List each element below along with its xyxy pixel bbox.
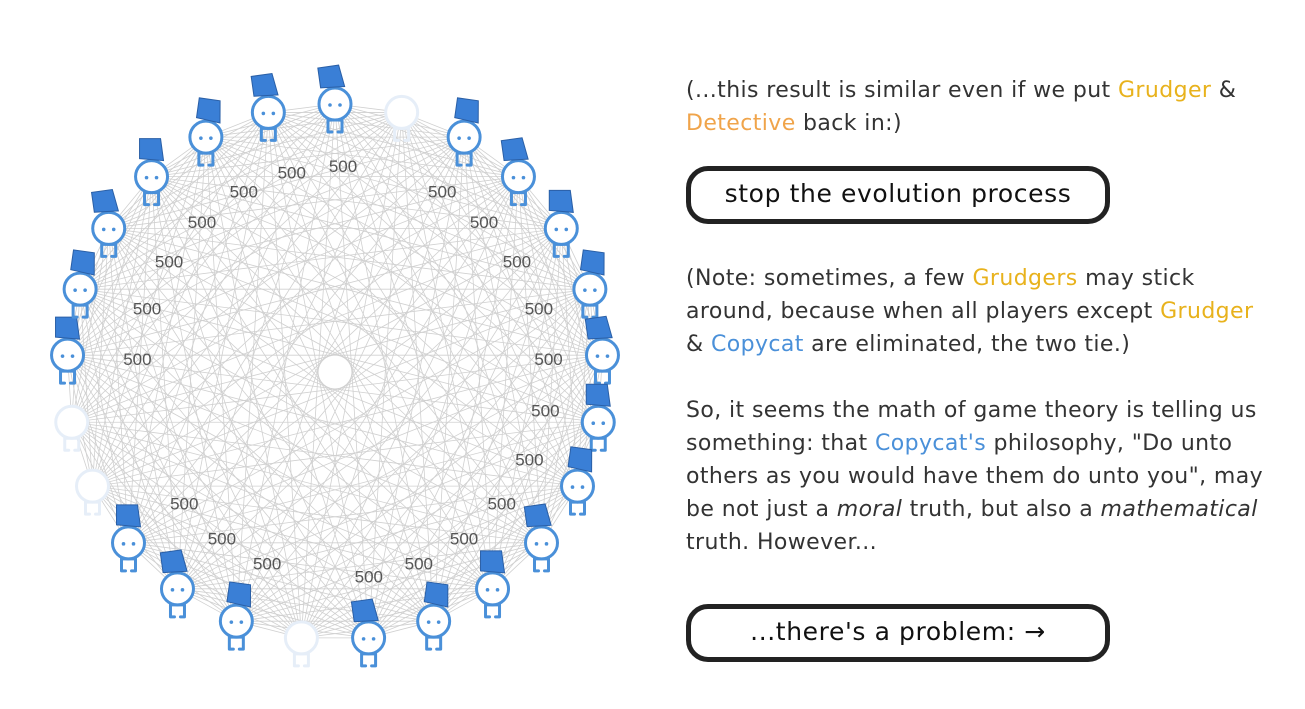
note-text: (Note: sometimes, a few Grudgers may sti… [686,262,1276,361]
player-score: 500 [534,350,562,369]
copycat-hat-icon [90,188,120,213]
copycat-hat-icon [139,138,165,162]
copycats-label: Copycat's [874,431,987,456]
match-line [71,136,465,423]
player-score: 500 [208,530,236,549]
match-line [301,354,603,639]
copycat-player-icon [159,549,195,619]
grudgers-label: Grudgers [972,266,1078,291]
player-score: 500 [155,253,183,272]
grudger-label: Grudger [1117,78,1212,103]
player-score: 500 [515,451,543,470]
eliminated-player-icon [75,468,111,516]
copycat-hat-icon [116,504,142,528]
copycat-player-icon [62,249,98,319]
copycat-hat-icon [159,549,188,574]
player-score: 500 [253,555,281,574]
copycat-hat-icon [454,97,479,124]
player-score: 500 [170,494,198,513]
copycat-hat-icon [523,503,552,528]
player-score: 500 [329,157,357,176]
copycat-hat-icon [579,249,605,276]
match-line [67,354,578,487]
intro-text: (...this result is similar even if we pu… [686,74,1286,140]
player-score: 500 [428,182,456,201]
match-line [368,421,599,639]
match-line [71,421,302,639]
player-score: 500 [450,530,478,549]
copycat-player-icon [218,581,254,651]
copycat-player-icon [584,315,620,385]
player-score: 500 [405,555,433,574]
next-problem-button[interactable]: ...there's a problem: → [686,604,1110,662]
eliminated-player-icon [384,94,420,142]
grudger-label-2: Grudger [1160,299,1254,324]
moral-word: moral [836,497,903,522]
player-score: 500 [133,299,161,318]
copycat-hat-icon [70,249,95,276]
stop-evolution-button[interactable]: stop the evolution process [686,166,1110,224]
eliminated-player-icon [283,620,319,668]
copycat-hat-icon [585,383,611,407]
conclusion-part4: truth. However... [686,530,878,555]
copycat-label: Copycat [710,332,804,357]
copycat-hat-icon [548,189,574,213]
copycat-player-icon [416,581,452,651]
note-part1: (Note: sometimes, a few [686,266,973,291]
copycat-hat-icon [584,315,613,340]
tournament-stage: 500 500 500 500 500 500 500 500 500 500 500 500 500 5… [0,0,660,709]
player-score: 500 [188,213,216,232]
player-score: 500 [525,299,553,318]
copycat-hat-icon [480,550,506,574]
copycat-hat-icon [500,137,529,162]
conclusion-text: So, it seems the math of game theory is … [686,394,1276,559]
conclusion-part3: truth, but also a [902,497,1101,522]
explanation-panel: (...this result is similar even if we pu… [686,74,1286,662]
intro-prefix: (...this result is similar even if we pu… [686,78,1118,103]
copycat-player-icon [111,504,147,573]
copycat-player-icon [350,598,387,668]
tournament-network: 500 500 500 500 500 500 500 500 500 500 500 500 500 5… [50,64,620,668]
mathematical-word: mathematical [1100,497,1258,522]
note-amp: & [686,332,711,357]
intro-amp: & [1211,78,1237,103]
player-score: 500 [278,163,306,182]
copycat-hat-icon [317,64,346,89]
copycat-hat-icon [55,316,81,340]
copycat-player-icon [475,550,511,619]
player-score: 500 [123,350,151,369]
copycat-hat-icon [350,598,379,623]
copycat-player-icon [523,503,559,573]
copycat-hat-icon [195,97,221,124]
player-score: 500 [503,253,531,272]
note-part3: are eliminated, the two tie.) [803,332,1131,357]
match-line [80,228,562,290]
match-line [205,136,599,423]
player-score: 500 [230,182,258,201]
player-score: 500 [470,213,498,232]
player-score: 500 [531,402,559,421]
eliminated-player-icon [54,404,90,452]
detective-label: Detective [686,111,796,136]
intro-suffix: back in:) [795,111,902,136]
player-score: 500 [488,494,516,513]
match-line [67,354,369,639]
match-line [71,421,542,544]
copycat-hat-icon [250,72,279,97]
player-score: 500 [355,567,383,586]
